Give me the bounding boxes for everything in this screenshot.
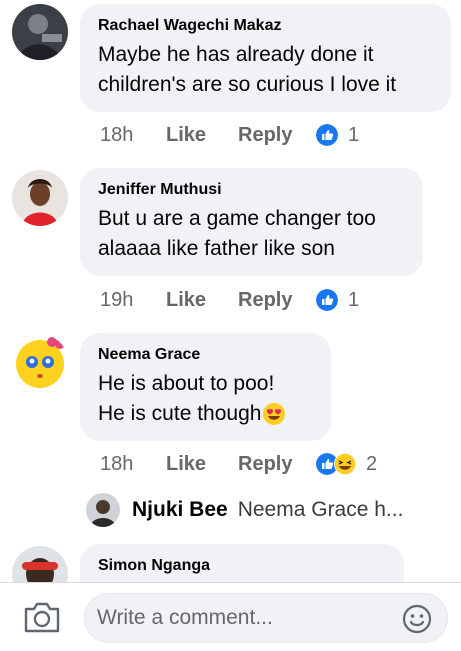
comment-text-line: He is about to poo! xyxy=(98,372,275,395)
comment-time[interactable]: 18h xyxy=(100,124,166,147)
comment-text-line: alaaaa like father like son xyxy=(98,237,335,260)
avatar[interactable] xyxy=(86,493,120,527)
comment-text: He is about to poo! He is cute though xyxy=(98,369,313,429)
comment-actions: 19h Like Reply 1 xyxy=(100,287,359,313)
reaction-count: 1 xyxy=(348,123,360,146)
comment-input-wrapper[interactable] xyxy=(84,593,448,643)
comment-bubble: Neema Grace He is about to poo! He is cu… xyxy=(80,333,331,441)
like-button[interactable]: Like xyxy=(166,289,238,312)
reaction-summary[interactable]: 1 xyxy=(316,124,359,147)
reaction-count: 1 xyxy=(348,288,360,311)
avatar[interactable] xyxy=(12,4,68,60)
comment-text-line: children's are so curious I love it xyxy=(98,73,397,96)
comment-input[interactable] xyxy=(97,594,387,642)
comment-time[interactable]: 19h xyxy=(100,289,166,312)
avatar[interactable] xyxy=(12,334,68,390)
reaction-count: 2 xyxy=(366,452,378,475)
reaction-summary[interactable]: 2 xyxy=(316,453,377,476)
like-button[interactable]: Like xyxy=(166,453,238,476)
comment-text: But u are a game changer too alaaaa like… xyxy=(98,204,405,264)
like-button[interactable]: Like xyxy=(166,124,238,147)
comment-author[interactable]: Simon Nganga xyxy=(98,556,386,576)
like-reaction-icon xyxy=(316,124,338,146)
comment-text-fragment: He is cute though xyxy=(98,402,262,425)
comment-actions: 18h Like Reply 1 xyxy=(100,122,359,148)
comment-composer xyxy=(0,582,461,651)
comment-bubble: Jeniffer Muthusi But u are a game change… xyxy=(80,168,423,276)
comment-author[interactable]: Jeniffer Muthusi xyxy=(98,180,405,200)
comment-time[interactable]: 18h xyxy=(100,453,166,476)
reaction-summary[interactable]: 1 xyxy=(316,289,359,312)
haha-reaction-icon xyxy=(334,453,356,475)
reply-text[interactable]: Neema Grace h... xyxy=(238,498,404,522)
reply-button[interactable]: Reply xyxy=(238,453,314,476)
comment-text: Maybe he has already done it children's … xyxy=(98,40,433,100)
like-reaction-icon xyxy=(316,289,338,311)
comment-author[interactable]: Rachael Wagechi Makaz xyxy=(98,16,433,36)
reply-button[interactable]: Reply xyxy=(238,124,314,147)
reply-button[interactable]: Reply xyxy=(238,289,314,312)
reply-preview[interactable]: Njuki Bee Neema Grace h... xyxy=(86,492,403,528)
comment-text-line: He is cute though xyxy=(98,399,313,429)
heart-eyes-emoji xyxy=(263,403,286,425)
comment-bubble: Rachael Wagechi Makaz Maybe he has alrea… xyxy=(80,4,451,112)
reply-author[interactable]: Njuki Bee xyxy=(132,498,228,522)
comment-author[interactable]: Neema Grace xyxy=(98,345,313,365)
comment-text-line: Maybe he has already done it xyxy=(98,43,374,66)
comment-text-line: But u are a game changer too xyxy=(98,207,376,230)
comment-actions: 18h Like Reply 2 xyxy=(100,451,377,477)
camera-icon[interactable] xyxy=(22,599,62,635)
smiley-icon[interactable] xyxy=(401,603,433,635)
avatar[interactable] xyxy=(12,170,68,226)
